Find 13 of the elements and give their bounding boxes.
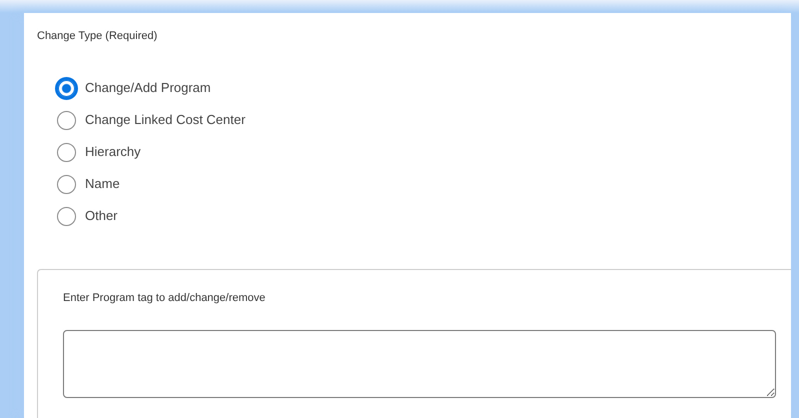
- option-label[interactable]: Name: [85, 174, 120, 194]
- radio-button[interactable]: [57, 174, 76, 194]
- text-area[interactable]: [63, 330, 776, 398]
- option-label[interactable]: Change Linked Cost Center: [85, 110, 246, 130]
- option-label[interactable]: Other: [85, 206, 118, 226]
- radio-button[interactable]: [57, 206, 76, 226]
- option-label[interactable]: Change/Add Program: [85, 78, 211, 98]
- field-label: Enter Program tag to add/change/remove: [63, 290, 266, 306]
- field-label: Change Type (Required): [37, 29, 158, 44]
- radio-button[interactable]: [57, 142, 76, 162]
- radio-button[interactable]: [55, 76, 78, 100]
- option-label[interactable]: Hierarchy: [85, 142, 141, 162]
- radio-button[interactable]: [57, 110, 76, 130]
